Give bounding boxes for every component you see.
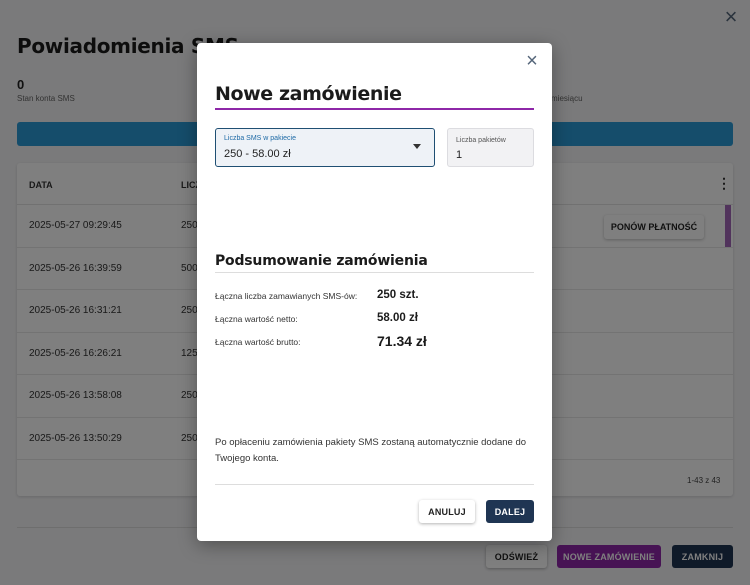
package-select[interactable]: Liczba SMS w pakiecie 250 - 58.00 zł	[215, 128, 435, 167]
net-value: 58.00 zł	[377, 312, 418, 324]
dialog-title: Nowe zamówienie	[215, 83, 402, 105]
dialog-footer-divider	[215, 484, 534, 485]
packages-count-label: Liczba pakietów	[456, 137, 506, 144]
summary-divider	[215, 272, 534, 273]
next-button[interactable]: DALEJ	[486, 500, 534, 523]
packages-count-field[interactable]: Liczba pakietów 1	[447, 128, 534, 167]
gross-value-label: Łączna wartość brutto:	[215, 337, 301, 347]
title-underline	[215, 108, 534, 110]
total-sms-label: Łączna liczba zamawianych SMS-ów:	[215, 291, 358, 301]
net-value-label: Łączna wartość netto:	[215, 314, 298, 324]
packages-count-value: 1	[456, 149, 463, 161]
dialog-close-icon[interactable]: ×	[524, 51, 540, 71]
package-select-label: Liczba SMS w pakiecie	[224, 135, 296, 142]
cancel-button[interactable]: ANULUJ	[419, 500, 475, 523]
summary-title: Podsumowanie zamówienia	[215, 253, 428, 269]
caret-down-icon	[413, 144, 421, 149]
package-select-value: 250 - 58.00 zł	[224, 148, 291, 160]
gross-value: 71.34 zł	[377, 333, 427, 349]
total-sms-value: 250 szt.	[377, 289, 419, 301]
info-note: Po opłaceniu zamówienia pakiety SMS zost…	[215, 437, 527, 464]
new-order-dialog: × Nowe zamówienie Liczba SMS w pakiecie …	[197, 43, 552, 541]
